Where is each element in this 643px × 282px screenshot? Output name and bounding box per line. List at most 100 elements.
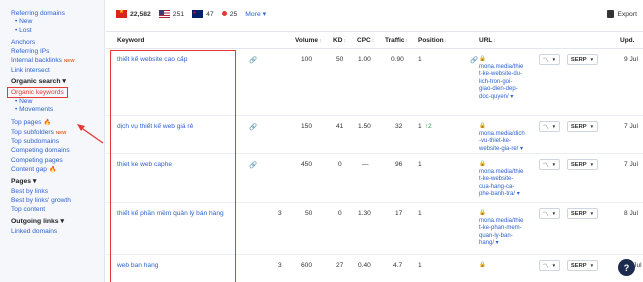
sidebar-item-anchors[interactable]: Anchors	[11, 38, 104, 47]
column-header-keyword[interactable]: Keyword	[117, 37, 144, 44]
sidebar-item-ok-new[interactable]: • New	[11, 98, 104, 106]
sidebar-item-competing-domains[interactable]: Competing domains	[11, 146, 104, 155]
trend-icon: 〽	[542, 125, 549, 131]
link-icon[interactable]: 🔗	[249, 123, 257, 131]
keyword-link[interactable]: thiết kế phần mềm quản lý bán hàng	[117, 210, 224, 217]
sidebar-item-referring-domains[interactable]: Referring domains	[11, 9, 104, 18]
trend-chart-button[interactable]: 〽 ▼	[539, 121, 560, 132]
usa-flag-icon	[158, 10, 170, 18]
sidebar-item-label: Internal backlinks	[11, 57, 62, 65]
url-line: doc-quyen/ ▾	[479, 93, 514, 100]
ranking-url[interactable]: 🔒 mona.media/thie t-ke-phan-mem- quan-ly…	[479, 210, 537, 248]
country-count: 25	[229, 10, 238, 18]
sidebar-item-competing-pages[interactable]: Competing pages	[11, 156, 104, 165]
sidebar-item-label: Top subfolders	[11, 129, 54, 137]
sidebar-item-top-content[interactable]: Top content	[11, 205, 104, 214]
column-header-traffic[interactable]: Traffic↕	[385, 37, 408, 44]
trend-chart-button[interactable]: 〽 ▼	[539, 208, 560, 219]
column-header-position[interactable]: Position↓	[418, 37, 447, 44]
keyword-link[interactable]: web ban hang	[117, 262, 158, 269]
trend-chart-button[interactable]: 〽 ▼	[539, 159, 560, 170]
country-filters: 22,582 251 47 25 More ▾	[116, 9, 266, 18]
trend-chart-button[interactable]: 〽 ▼	[539, 54, 560, 65]
sidebar-item-rd-new[interactable]: • New	[11, 18, 104, 26]
column-header-kd[interactable]: KD↕	[333, 37, 346, 44]
column-header-upd[interactable]: Upd.	[620, 37, 634, 44]
url-line: lich-tron-goi-	[479, 78, 513, 85]
sidebar-item-content-gap[interactable]: Content gap 🔥	[11, 165, 104, 175]
sidebar-item-organic-keywords[interactable]: Organic keywords	[7, 86, 68, 99]
sidebar-item-best-by-links-growth[interactable]: Best by links' growth	[11, 196, 104, 205]
lock-icon: 🔒	[479, 262, 486, 268]
sidebar-item-label: Content gap	[11, 165, 47, 173]
position-value: 1	[418, 262, 422, 269]
keyword-link[interactable]: thiết kế website cao cấp	[117, 56, 187, 63]
sidebar-item-link-intersect[interactable]: Link intersect	[11, 66, 104, 75]
traffic-value: 96	[395, 161, 403, 168]
url-line: giao-dien-dep-	[479, 86, 518, 93]
country-filter-au[interactable]: 47	[192, 10, 214, 18]
table-row: thiết kế website cao cấp 🔗 100 50 1.00 0…	[106, 49, 643, 116]
url-line: cua-hang-ca-	[479, 183, 515, 190]
sidebar-section-pages[interactable]: Pages ▾	[11, 177, 104, 187]
sort-icon: ↕	[371, 38, 375, 44]
sidebar-item-internal-backlinks[interactable]: Internal backlinks NEW	[11, 56, 104, 65]
url-line: quan-ly-ban-	[479, 232, 513, 239]
more-countries-button[interactable]: More ▾	[245, 10, 266, 18]
ranking-url[interactable]: 🔒 mona.media/thie t-ke-website- cua-hang…	[479, 161, 537, 199]
link-icon[interactable]: 🔗	[249, 56, 257, 64]
table-row: web ban hang 3 600 27 0.40 4.7 1 🔒 〽 ▼ SE…	[106, 255, 643, 282]
sidebar-item-linked-domains[interactable]: Linked domains	[11, 227, 104, 236]
updated-date: 7 Jul	[624, 123, 638, 130]
chevron-down-icon: ▼	[589, 57, 595, 62]
sort-icon: ↕	[343, 38, 346, 44]
sidebar-item-top-subfolders[interactable]: Top subfolders NEW	[11, 128, 104, 137]
keyword-link[interactable]: thiet ke web caphe	[117, 161, 172, 168]
serp-button[interactable]: SERP ▼	[567, 208, 598, 219]
column-header-url[interactable]: URL↕	[479, 37, 496, 44]
new-badge: NEW	[55, 130, 67, 136]
column-header-label: CPC	[357, 37, 371, 44]
sidebar-item-top-pages[interactable]: Top pages 🔥	[11, 118, 104, 128]
lock-icon: 🔒	[479, 161, 486, 167]
serp-button[interactable]: SERP ▼	[567, 54, 598, 65]
sidebar-section-organic-search[interactable]: Organic search ▾	[11, 77, 104, 87]
new-badge: NEW	[63, 58, 75, 64]
links-count[interactable]: 3	[278, 262, 282, 269]
links-count[interactable]: 3	[278, 210, 282, 217]
country-filter-vn[interactable]: 22,582	[116, 9, 151, 18]
cpc-value: 0.40	[358, 262, 371, 269]
serp-label: SERP	[570, 262, 587, 269]
sidebar-item-ok-movements[interactable]: • Movements	[11, 106, 104, 114]
sidebar-item-best-by-links[interactable]: Best by links	[11, 187, 104, 196]
serp-button[interactable]: SERP ▼	[567, 159, 598, 170]
sidebar-item-top-subdomains[interactable]: Top subdomains	[11, 137, 104, 146]
sidebar-item-referring-ips[interactable]: Referring IPs	[11, 47, 104, 56]
kd-value: 50	[336, 56, 344, 63]
ranking-url[interactable]: 🔒	[479, 262, 537, 270]
trend-icon: 〽	[542, 212, 549, 218]
column-header-cpc[interactable]: CPC↕	[357, 37, 374, 44]
ranking-url[interactable]: 🔒 mona.media/thie t-ke-website-du- lich-…	[479, 56, 537, 102]
sidebar-item-label: Top pages	[11, 118, 42, 126]
trend-chart-button[interactable]: 〽 ▼	[539, 260, 560, 271]
country-filter-us[interactable]: 251	[158, 10, 184, 18]
serp-button[interactable]: SERP ▼	[567, 260, 598, 271]
sidebar-section-outgoing-links[interactable]: Outgoing links ▾	[11, 217, 104, 227]
keyword-link[interactable]: dịch vụ thiết kế web giá rẻ	[117, 123, 193, 130]
country-filter-other[interactable]: 25	[221, 10, 238, 18]
sidebar-item-organic-keywords-wrap: Organic keywords	[7, 86, 104, 99]
column-header-label: Traffic	[385, 37, 405, 44]
updated-date: 9 Jul	[624, 56, 638, 63]
sidebar-item-rd-lost[interactable]: • Lost	[11, 27, 104, 35]
serp-button[interactable]: SERP ▼	[567, 121, 598, 132]
position-value: 1	[418, 210, 422, 217]
link-icon[interactable]: 🔗	[249, 161, 257, 169]
position-value: 1	[418, 56, 422, 63]
column-header-volume[interactable]: Volume↕	[295, 37, 322, 44]
export-button[interactable]: Export	[607, 10, 637, 18]
table-row: thiết kế phần mềm quản lý bán hàng 3 50 …	[106, 203, 643, 255]
help-button[interactable]: ?	[618, 259, 635, 276]
ranking-url[interactable]: 🔒 mona.media/dich -vu-thiet-ke- website-…	[479, 123, 537, 153]
chain-icon[interactable]: 🔗	[470, 56, 478, 64]
